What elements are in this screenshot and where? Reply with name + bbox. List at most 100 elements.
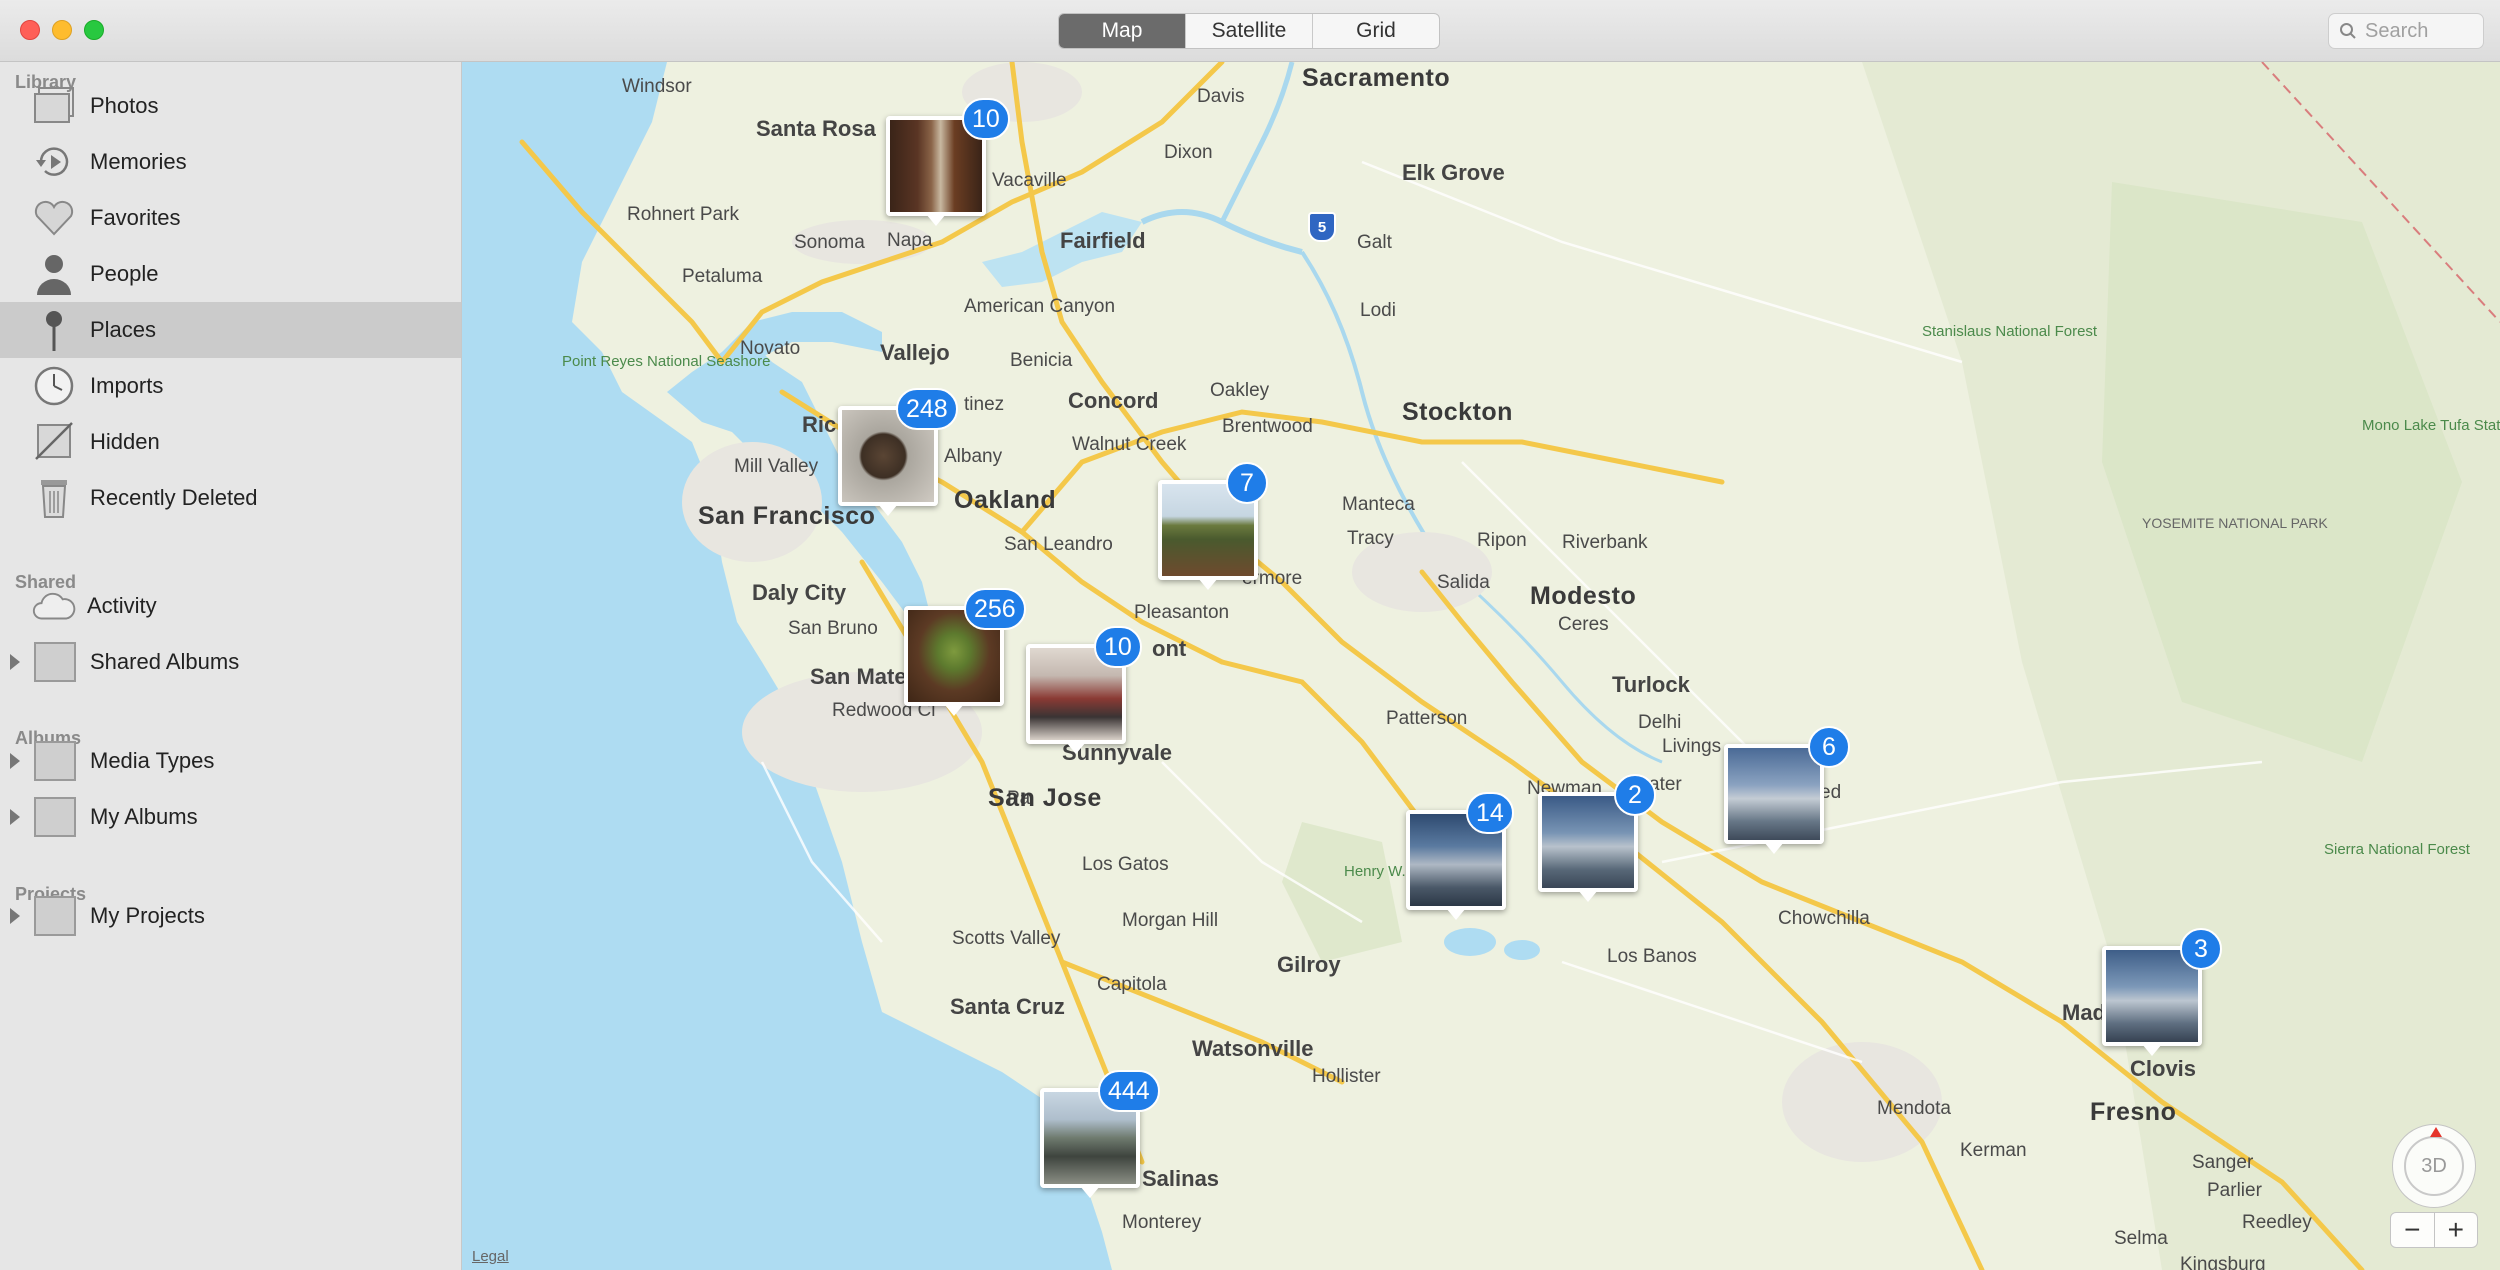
compass-3d-button[interactable]: 3D (2392, 1124, 2476, 1208)
city-label[interactable]: Elk Grove (1402, 160, 1505, 186)
city-label[interactable]: Lodi (1360, 300, 1396, 322)
city-label[interactable]: Patterson (1386, 708, 1467, 730)
disclosure-triangle-icon[interactable] (10, 809, 20, 825)
city-label[interactable]: Petaluma (682, 266, 762, 288)
city-label[interactable]: San Leandro (1004, 534, 1113, 556)
city-label[interactable]: Daly City (752, 580, 846, 606)
city-label[interactable]: Los Banos (1607, 946, 1697, 968)
city-label[interactable]: Hollister (1312, 1066, 1381, 1088)
city-label[interactable]: Fairfield (1060, 228, 1146, 254)
view-map-segment[interactable]: Map (1059, 14, 1186, 48)
city-label[interactable]: Monterey (1122, 1212, 1201, 1234)
city-label[interactable]: Selma (2114, 1228, 2168, 1250)
city-label[interactable]: Benicia (1010, 350, 1072, 372)
city-label[interactable]: Dixon (1164, 142, 1213, 164)
zoom-out-button[interactable]: − (2391, 1213, 2435, 1247)
city-label[interactable]: Los Gatos (1082, 854, 1169, 876)
city-label[interactable]: Kingsburg (2180, 1254, 2266, 1270)
city-label[interactable]: Manteca (1342, 494, 1415, 516)
legal-link[interactable]: Legal (472, 1248, 509, 1265)
search-field[interactable] (2328, 13, 2484, 49)
park-label[interactable]: Sierra National Forest (2324, 842, 2470, 858)
city-label[interactable]: Oakland (954, 486, 1056, 515)
city-label[interactable]: Pleasanton (1134, 602, 1229, 624)
city-label[interactable]: Walnut Creek (1072, 434, 1186, 456)
city-label[interactable]: Galt (1357, 232, 1392, 254)
disclosure-triangle-icon[interactable] (10, 908, 20, 924)
city-label[interactable]: Albany (944, 446, 1002, 468)
city-label[interactable]: Stockton (1402, 398, 1513, 427)
city-label[interactable]: Reedley (2242, 1212, 2312, 1234)
city-label[interactable]: Tracy (1347, 528, 1394, 550)
city-label[interactable]: Ripon (1477, 530, 1527, 552)
park-label[interactable]: Point Reyes National Seashore (562, 354, 770, 370)
zoom-in-button[interactable]: + (2435, 1213, 2478, 1247)
sidebar-item-photos[interactable]: Photos (0, 78, 461, 134)
city-label[interactable]: ont (1152, 636, 1186, 662)
city-label[interactable]: Gilroy (1277, 952, 1341, 978)
city-label[interactable]: San Jose (988, 784, 1102, 813)
city-label[interactable]: Vallejo (880, 340, 950, 366)
city-label[interactable]: Modesto (1530, 582, 1636, 611)
city-label[interactable]: Morgan Hill (1122, 910, 1218, 932)
city-label[interactable]: Rohnert Park (627, 204, 739, 226)
view-satellite-segment[interactable]: Satellite (1186, 14, 1313, 48)
disclosure-triangle-icon[interactable] (10, 753, 20, 769)
sidebar-item-hidden[interactable]: Hidden (0, 414, 461, 470)
city-label[interactable]: Salinas (1142, 1166, 1219, 1192)
sidebar-item-recently-deleted[interactable]: Recently Deleted (0, 470, 461, 526)
park-label[interactable]: Henry W. State P (1344, 864, 1459, 880)
sidebar-item-imports[interactable]: Imports (0, 358, 461, 414)
city-label[interactable]: Scotts Valley (952, 928, 1060, 950)
city-label[interactable]: Sacramento (1302, 64, 1450, 93)
city-label[interactable]: Mill Valley (734, 456, 818, 478)
city-label[interactable]: Watsonville (1192, 1036, 1313, 1062)
zoom-window-button[interactable] (84, 20, 104, 40)
city-label[interactable]: Capitola (1097, 974, 1167, 996)
close-window-button[interactable] (20, 20, 40, 40)
view-grid-segment[interactable]: Grid (1313, 14, 1439, 48)
city-label[interactable]: Chowchilla (1778, 908, 1870, 930)
city-label[interactable]: Sonoma (794, 232, 865, 254)
city-label[interactable]: Salida (1437, 572, 1490, 594)
city-label[interactable]: Sanger (2192, 1152, 2253, 1174)
sidebar-item-my-albums[interactable]: My Albums (0, 789, 461, 845)
city-label[interactable]: American Canyon (964, 296, 1115, 318)
city-label[interactable]: Santa Rosa (756, 116, 876, 142)
city-label[interactable]: Davis (1197, 86, 1245, 108)
city-label[interactable]: San Mate (810, 664, 907, 690)
city-label[interactable]: San Bruno (788, 618, 878, 640)
minimize-window-button[interactable] (52, 20, 72, 40)
sidebar-item-memories[interactable]: Memories (0, 134, 461, 190)
city-label[interactable]: Santa Cruz (950, 994, 1065, 1020)
city-label[interactable]: Napa (887, 230, 932, 252)
search-input[interactable] (2365, 19, 2475, 43)
city-label[interactable]: Delhi (1638, 712, 1681, 734)
city-label[interactable]: Kerman (1960, 1140, 2027, 1162)
city-label[interactable]: tinez (964, 394, 1004, 416)
city-label[interactable]: Brentwood (1222, 416, 1313, 438)
sidebar-item-activity[interactable]: Activity (0, 578, 461, 634)
city-label[interactable]: Ric (802, 412, 836, 438)
city-label[interactable]: Turlock (1612, 672, 1690, 698)
city-label[interactable]: Mendota (1877, 1098, 1951, 1120)
sidebar-item-places[interactable]: Places (0, 302, 461, 358)
city-label[interactable]: Clovis (2130, 1056, 2196, 1082)
sidebar-item-shared-albums[interactable]: Shared Albums (0, 634, 461, 690)
city-label[interactable]: San Francisco (698, 502, 875, 531)
city-label[interactable]: Vacaville (992, 170, 1067, 192)
disclosure-triangle-icon[interactable] (10, 654, 20, 670)
sidebar-item-my-projects[interactable]: My Projects (0, 888, 461, 944)
map-view[interactable]: 5 Sacramento Windsor Santa Rosa Davis Di… (462, 62, 2500, 1270)
city-label[interactable]: Riverbank (1562, 532, 1648, 554)
city-label[interactable]: Concord (1068, 388, 1158, 414)
city-label[interactable]: Ceres (1558, 614, 1609, 636)
sidebar-item-media-types[interactable]: Media Types (0, 733, 461, 789)
city-label[interactable]: Windsor (622, 76, 692, 98)
sidebar-item-people[interactable]: People (0, 246, 461, 302)
sidebar-item-favorites[interactable]: Favorites (0, 190, 461, 246)
park-label[interactable]: Stanislaus National Forest (1922, 324, 2097, 340)
city-label[interactable]: Parlier (2207, 1180, 2262, 1202)
park-label[interactable]: YOSEMITE NATIONAL PARK (2142, 516, 2328, 531)
city-label[interactable]: Fresno (2090, 1098, 2176, 1127)
